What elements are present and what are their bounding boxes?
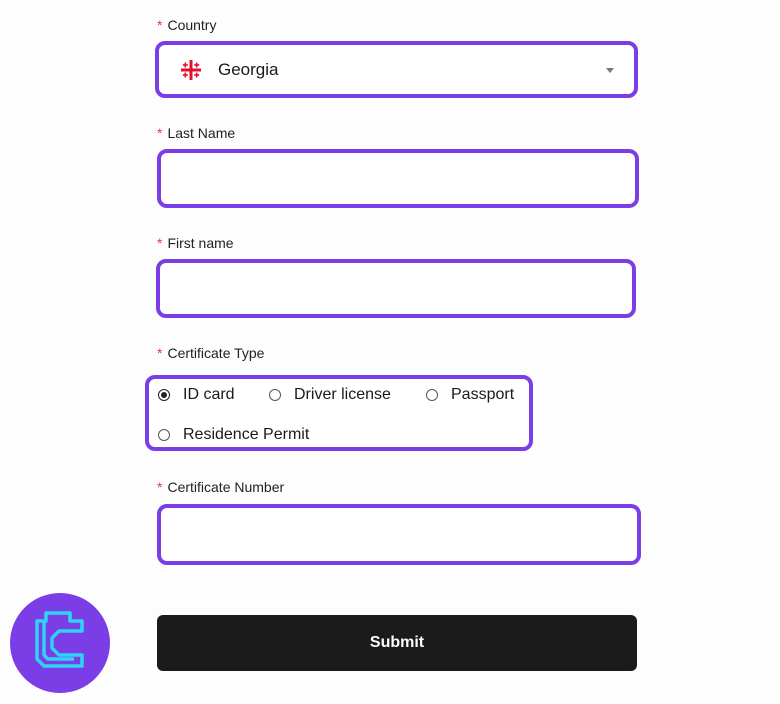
last-name-label: * Last Name (157, 124, 235, 142)
radio-passport[interactable]: Passport (426, 385, 514, 405)
tc-logo-icon (10, 593, 110, 693)
certificate-type-label-text: Certificate Type (167, 345, 265, 361)
certificate-number-label: * Certificate Number (157, 478, 284, 496)
submit-button[interactable]: Submit (157, 615, 637, 671)
country-selected-value: Georgia (218, 60, 279, 79)
radio-id-card-dot[interactable] (158, 389, 170, 401)
last-name-field-frame (157, 149, 639, 208)
first-name-input[interactable] (160, 263, 632, 314)
first-name-label: * First name (157, 234, 234, 252)
radio-passport-label: Passport (451, 386, 515, 403)
certificate-type-radio-group: ID card Driver license Passport Residenc… (145, 375, 533, 451)
required-mark: * (157, 17, 163, 33)
caret-down-icon[interactable] (606, 68, 614, 73)
country-label-text: Country (167, 17, 217, 33)
certificate-number-field-frame (157, 504, 641, 565)
required-mark: * (157, 125, 163, 141)
last-name-label-text: Last Name (167, 125, 236, 141)
certificate-number-input[interactable] (161, 508, 637, 561)
radio-driver-license[interactable]: Driver license (269, 385, 391, 405)
certificate-type-label: * Certificate Type (157, 344, 264, 362)
required-mark: * (157, 479, 163, 495)
radio-residence-permit[interactable]: Residence Permit (158, 425, 309, 445)
certificate-number-label-text: Certificate Number (167, 479, 285, 495)
radio-passport-dot[interactable] (426, 389, 438, 401)
first-name-field-frame (156, 259, 636, 318)
tc-logo-mark (35, 611, 84, 668)
country-select[interactable]: Georgia (155, 41, 638, 98)
radio-driver-license-dot[interactable] (269, 389, 281, 401)
country-label: * Country (157, 16, 216, 34)
radio-residence-permit-label: Residence Permit (183, 426, 310, 443)
radio-id-card-label: ID card (183, 386, 235, 403)
radio-driver-license-label: Driver license (294, 386, 391, 403)
first-name-label-text: First name (167, 235, 234, 251)
required-mark: * (157, 345, 163, 361)
last-name-input[interactable] (161, 153, 635, 204)
radio-id-card[interactable]: ID card (158, 385, 235, 405)
required-mark: * (157, 235, 163, 251)
radio-residence-permit-dot[interactable] (158, 429, 170, 441)
georgia-flag-icon (181, 60, 201, 80)
